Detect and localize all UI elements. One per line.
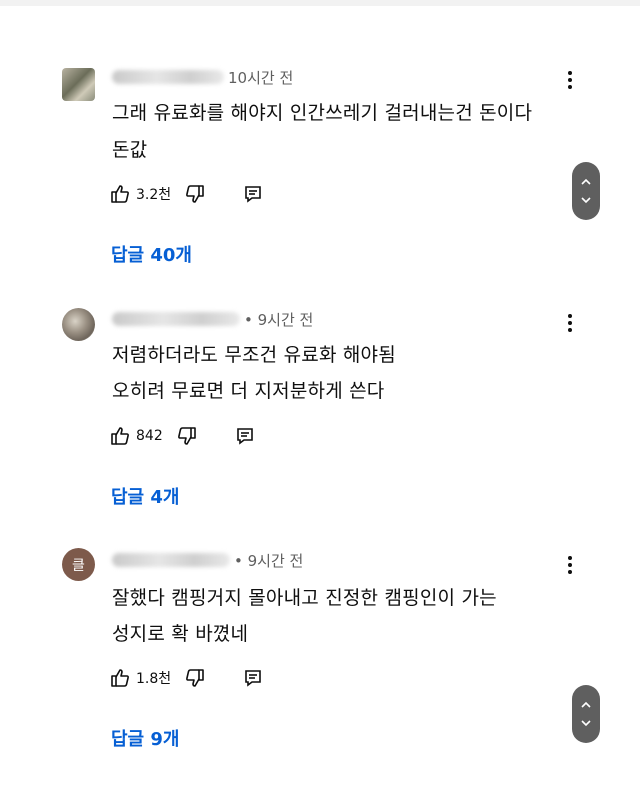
thumbs-up-icon[interactable] [110, 426, 130, 446]
view-replies-link[interactable]: 답글 40개 [111, 241, 192, 267]
comment-text-line-1: 잘했다 캠핑거지 몰아내고 진정한 캠핑인이 가는 [112, 587, 497, 609]
author-name-blurred[interactable] [112, 70, 224, 84]
comment-time: • 9시간 전 [244, 310, 314, 329]
top-edge [0, 0, 640, 6]
comment-actions: 3.2천 [110, 183, 263, 205]
thumbs-down-icon[interactable] [177, 426, 197, 446]
comment-text-line-1: 그래 유료화를 해야지 인간쓰레기 걸러내는건 돈이다 [112, 102, 533, 124]
reply-icon[interactable] [243, 184, 263, 204]
author-name-blurred[interactable] [112, 312, 240, 326]
view-replies-link[interactable]: 답글 9개 [111, 725, 179, 751]
thumbs-up-icon[interactable] [110, 668, 130, 688]
like-count: 1.8천 [136, 671, 172, 687]
thumbs-down-icon[interactable] [185, 668, 205, 688]
view-replies-link[interactable]: 답글 4개 [111, 483, 179, 509]
thumbs-down-icon[interactable] [185, 184, 205, 204]
comment-text-line-1: 저렴하더라도 무조건 유료화 해야됨 [112, 344, 396, 366]
reply-icon[interactable] [243, 668, 263, 688]
more-vert-icon[interactable] [563, 313, 577, 333]
avatar[interactable]: 클 [62, 548, 95, 581]
like-count: 842 [136, 428, 163, 444]
more-vert-icon[interactable] [563, 70, 577, 90]
avatar-letter: 클 [72, 557, 85, 574]
thumbs-up-icon[interactable] [110, 184, 130, 204]
scroll-up-down-icon[interactable] [572, 162, 600, 220]
comment-actions: 842 [110, 425, 255, 447]
comment-time: 10시간 전 [228, 68, 294, 87]
comment-text-line-2: 돈값 [112, 139, 148, 161]
comment-meta: • 9시간 전 [112, 308, 313, 330]
avatar[interactable] [62, 308, 95, 341]
avatar[interactable] [62, 68, 95, 101]
like-count: 3.2천 [136, 187, 172, 203]
reply-icon[interactable] [235, 426, 255, 446]
comment-meta: 10시간 전 [112, 66, 293, 88]
comment-text-line-2: 성지로 확 바꼈네 [112, 623, 249, 645]
author-name-blurred[interactable] [112, 553, 230, 567]
comment-time: • 9시간 전 [234, 551, 304, 570]
more-vert-icon[interactable] [563, 555, 577, 575]
comment-actions: 1.8천 [110, 667, 263, 689]
comment-meta: • 9시간 전 [112, 549, 303, 571]
scroll-up-down-icon[interactable] [572, 685, 600, 743]
comment-text-line-2: 오히려 무료면 더 지저분하게 쓴다 [112, 380, 385, 402]
